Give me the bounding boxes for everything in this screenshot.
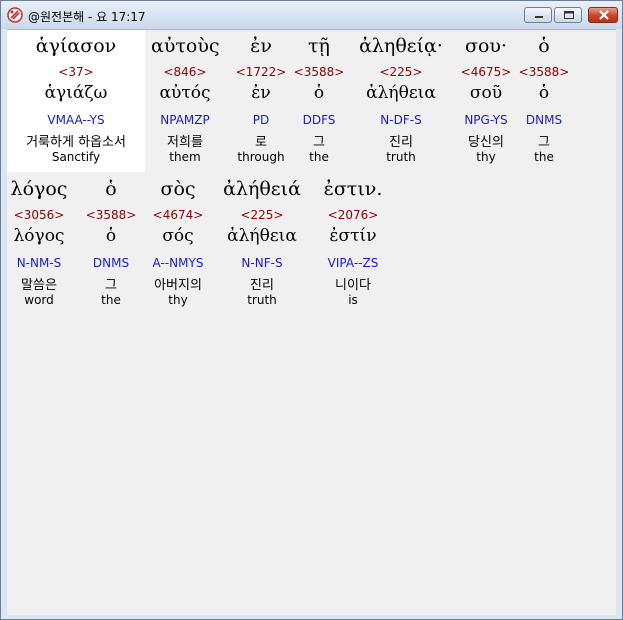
korean-translation: 진리	[250, 278, 274, 293]
strongs-number[interactable]: <3588>	[517, 65, 571, 79]
app-window: @원전본해 - 요 17:17 ἁγίασον <37> ἁγιάζω VMAA--Y…	[0, 0, 623, 620]
korean-translation: 그	[105, 278, 117, 293]
korean-translation: 니이다	[335, 278, 371, 293]
word-block[interactable]: τῇ <3588> ὁ DDFS 그 the	[293, 30, 345, 172]
korean-translation: 그	[538, 135, 550, 150]
word-block[interactable]: σὸς <4674> σός A--NMYS 아버지의 thy	[143, 173, 213, 315]
strongs-number[interactable]: <225>	[347, 65, 455, 79]
parsing-code: NPG-YS	[464, 113, 508, 127]
english-gloss: the	[101, 293, 121, 307]
strongs-number[interactable]: <2076>	[305, 208, 401, 222]
greek-word: ὁ	[105, 178, 117, 200]
english-gloss: word	[24, 293, 54, 307]
greek-word: ἀληθείᾳ·	[359, 35, 443, 57]
english-gloss: is	[348, 293, 358, 307]
lemma-word: ὁ	[105, 226, 117, 246]
word-block[interactable]: ἀλήθειά <225> ἀλήθεια N-NF-S 진리 truth	[219, 173, 305, 315]
word-block-selected[interactable]: ἁγίασον <37> ἁγιάζω VMAA--YS 거룩하게 하옵소서 Sancti…	[7, 30, 145, 172]
lemma-word: ἐστίν	[329, 226, 377, 246]
korean-translation: 진리	[389, 135, 413, 150]
maximize-button[interactable]	[554, 7, 582, 23]
parsing-code: DNMS	[525, 113, 563, 127]
korean-translation: 그	[313, 135, 325, 150]
english-gloss: through	[237, 150, 285, 164]
english-gloss: Sanctify	[51, 150, 101, 164]
korean-translation: 아버지의	[154, 278, 202, 293]
lemma-word: ἐν	[251, 83, 271, 103]
strongs-number[interactable]: <37>	[7, 65, 145, 79]
window-title: @원전본해 - 요 17:17	[28, 10, 146, 24]
minimize-button[interactable]	[524, 7, 552, 23]
lemma-word: σός	[162, 226, 194, 246]
lemma-word: ὁ	[538, 83, 550, 103]
parsing-code: VIPA--ZS	[327, 256, 379, 270]
strongs-number[interactable]: <4675>	[459, 65, 513, 79]
parsing-code: DNMS	[92, 256, 130, 270]
interlinear-content: ἁγίασον <37> ἁγιάζω VMAA--YS 거룩하게 하옵소서 Sancti…	[7, 29, 616, 615]
lemma-word: ἀλήθεια	[366, 83, 436, 103]
greek-word: αὐτοὺς	[151, 35, 220, 57]
word-block[interactable]: σου· <4675> σοῦ NPG-YS 당신의 thy	[459, 30, 513, 172]
english-gloss: thy	[168, 293, 188, 307]
word-block[interactable]: λόγος <3056> λόγος N-NM-S 말씀은 word	[7, 173, 71, 315]
lemma-word: αὐτός	[159, 83, 211, 103]
close-button[interactable]	[588, 7, 618, 23]
lemma-word: ὁ	[313, 83, 325, 103]
lemma-word: σοῦ	[469, 83, 503, 103]
greek-word: ἀλήθειά	[223, 178, 301, 200]
greek-word: ἁγίασον	[35, 35, 117, 57]
word-block[interactable]: ἐν <1722> ἐν PD 로 through	[233, 30, 289, 172]
parsing-code: NPAMZP	[160, 113, 210, 127]
bible-app-icon[interactable]	[7, 7, 23, 23]
parsing-code: DDFS	[302, 113, 336, 127]
english-gloss: truth	[386, 150, 416, 164]
word-block[interactable]: αὐτοὺς <846> αὐτός NPAMZP 저희를 them	[151, 30, 220, 172]
strongs-number[interactable]: <225>	[219, 208, 305, 222]
greek-word: σὸς	[160, 178, 196, 200]
greek-word: σου·	[465, 35, 507, 57]
word-block[interactable]: ἀληθείᾳ· <225> ἀλήθεια N-DF-S 진리 truth	[347, 30, 455, 172]
parsing-code: N-DF-S	[380, 113, 422, 127]
word-block[interactable]: ἐστιν. <2076> ἐστίν VIPA--ZS 니이다 is	[305, 173, 401, 315]
parsing-code: PD	[252, 113, 270, 127]
english-gloss: thy	[476, 150, 496, 164]
english-gloss: them	[169, 150, 201, 164]
korean-translation: 로	[255, 135, 267, 150]
parsing-code: A--NMYS	[152, 256, 204, 270]
strongs-number[interactable]: <1722>	[233, 65, 289, 79]
greek-word: ὁ	[538, 35, 550, 57]
english-gloss: the	[534, 150, 554, 164]
korean-translation: 말씀은	[21, 278, 57, 293]
parsing-code: N-NF-S	[241, 256, 283, 270]
lemma-word: λόγος	[13, 226, 65, 246]
strongs-number[interactable]: <3588>	[293, 65, 345, 79]
strongs-number[interactable]: <3588>	[79, 208, 143, 222]
lemma-word: ἀλήθεια	[227, 226, 297, 246]
strongs-number[interactable]: <846>	[151, 65, 219, 79]
word-block[interactable]: ὁ <3588> ὁ DNMS 그 the	[517, 30, 571, 172]
greek-word: ἐστιν.	[323, 178, 383, 200]
korean-translation: 거룩하게 하옵소서	[26, 135, 126, 150]
greek-word: λόγος	[10, 178, 68, 200]
greek-word: ἐν	[250, 35, 272, 57]
parsing-code: VMAA--YS	[47, 113, 105, 127]
english-gloss: the	[309, 150, 329, 164]
lemma-word: ἁγιάζω	[44, 83, 108, 103]
word-block[interactable]: ὁ <3588> ὁ DNMS 그 the	[79, 173, 143, 315]
english-gloss: truth	[247, 293, 277, 307]
korean-translation: 당신의	[468, 135, 504, 150]
korean-translation: 저희를	[167, 135, 203, 150]
parsing-code: N-NM-S	[16, 256, 62, 270]
greek-word: τῇ	[308, 35, 330, 57]
strongs-number[interactable]: <4674>	[143, 208, 213, 222]
strongs-number[interactable]: <3056>	[7, 208, 71, 222]
title-bar[interactable]: @원전본해 - 요 17:17	[1, 1, 622, 29]
